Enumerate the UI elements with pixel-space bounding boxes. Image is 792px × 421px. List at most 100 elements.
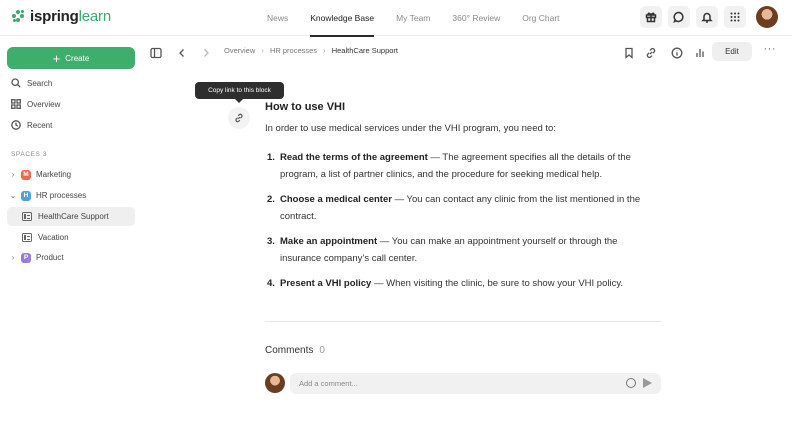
step-text: — When visiting the clinic, be sure to s… [371,278,624,289]
copy-block-link-button[interactable] [228,107,250,129]
comments-label: Comments [265,345,314,356]
nav-360-review[interactable]: 360° Review [441,0,511,36]
bar-chart-icon [696,49,704,57]
info-button[interactable] [671,46,683,59]
step-number: 3. [267,236,275,247]
gift-icon [645,12,657,23]
nav-news[interactable]: News [256,0,299,36]
list-item: 1. Read the terms of the agreement — The… [265,150,661,183]
sidebar-item-label: Overview [27,99,61,109]
page-vacation[interactable]: Vacation [7,228,135,247]
logo-text-bold: ispring [30,8,79,25]
chevron-right-icon [204,49,209,57]
comments-count: 0 [319,345,325,356]
sidebar-item-overview[interactable]: Overview [11,95,60,113]
space-label: Product [36,253,64,262]
link-icon [646,47,656,59]
sidebar-item-recent[interactable]: Recent [11,116,52,134]
document-icon [22,233,32,242]
send-icon[interactable] [643,378,652,388]
chat-icon [673,11,684,23]
comments-header: Comments 0 [265,345,325,356]
ispring-learn-logo[interactable]: ispringlearn [12,8,111,25]
comment-placeholder: Add a comment... [299,379,358,388]
breadcrumb: Overview › HR processes › HealthCare Sup… [224,46,398,55]
create-button[interactable]: + Create [7,47,135,69]
steps-list: 1. Read the terms of the agreement — The… [265,150,661,293]
space-badge: H [21,190,31,201]
page-label: HealthCare Support [38,212,109,221]
gift-button[interactable] [640,6,662,28]
apps-grid-icon [730,12,740,22]
step-title: Choose a medical center [280,194,392,205]
clock-icon [11,120,21,130]
sidebar-item-search[interactable]: Search [11,74,52,92]
create-button-label: Create [65,53,90,63]
toggle-sidebar-button[interactable] [150,46,162,59]
sidebar-item-label: Search [27,78,53,88]
list-item: 2. Choose a medical center — You can con… [265,192,661,225]
chevron-right-icon[interactable]: › [8,253,18,262]
space-badge: P [21,252,31,263]
nav-org-chart[interactable]: Org Chart [511,0,570,36]
sidebar-toggle-icon [150,47,162,59]
bookmark-button[interactable] [623,46,635,59]
breadcrumb-hr-processes[interactable]: HR processes [270,46,317,55]
page-healthcare-support[interactable]: HealthCare Support [7,207,135,226]
step-number: 2. [267,194,275,205]
top-navigation-bar: ispringlearn News Knowledge Base My Team… [0,0,792,37]
chevron-left-icon [179,49,184,57]
user-avatar[interactable] [756,6,778,28]
article-intro: In order to use medical services under t… [265,123,556,134]
step-number: 1. [267,152,275,163]
page-label: Vacation [38,233,69,242]
list-item: 4. Present a VHI policy — When visiting … [265,276,661,293]
notifications-button[interactable] [696,6,718,28]
info-icon [671,47,683,59]
article-content: How to use VHI In order to use medical s… [265,100,661,302]
logo-text-light: learn [78,8,112,25]
main-nav: News Knowledge Base My Team 360° Review … [256,0,571,37]
space-label: Marketing [36,170,72,179]
content-toolbar: Overview › HR processes › HealthCare Sup… [144,37,792,67]
space-badge: M [21,169,31,180]
forward-button[interactable] [200,46,212,58]
chat-button[interactable] [668,6,690,28]
commenter-avatar [265,373,285,393]
breadcrumb-current[interactable]: HealthCare Support [332,46,398,55]
space-label: HR processes [36,191,87,200]
copy-link-tooltip: Copy link to this block [195,82,284,103]
sidebar: + Create Search Overview Recent SPACES 3… [0,37,144,421]
search-icon [11,78,21,88]
plus-icon: + [52,50,61,66]
breadcrumb-overview[interactable]: Overview [224,46,255,55]
comment-input[interactable]: Add a comment... [290,373,661,394]
nav-my-team[interactable]: My Team [385,0,441,36]
nav-knowledge-base[interactable]: Knowledge Base [299,0,385,37]
overview-icon [11,99,21,109]
step-title: Make an appointment [280,236,378,247]
bell-icon [701,12,713,23]
breadcrumb-separator-icon: › [323,46,326,55]
chevron-down-icon[interactable]: ⌄ [8,191,18,200]
section-divider [265,321,661,322]
statistics-button[interactable] [694,46,706,58]
breadcrumb-separator-icon: › [261,46,264,55]
article-heading: How to use VHI [265,101,346,113]
space-marketing[interactable]: › M Marketing [7,165,135,184]
apps-button[interactable] [724,6,746,28]
more-options-button[interactable]: ··· [764,43,777,55]
edit-button[interactable]: Edit [712,42,752,61]
spaces-section-label: SPACES 3 [11,151,48,158]
space-product[interactable]: › P Product [7,248,135,267]
link-icon [235,113,243,123]
emoji-icon[interactable] [626,378,636,388]
list-item: 3. Make an appointment — You can make an… [265,234,661,267]
bookmark-icon [625,47,633,59]
step-title: Read the terms of the agreement [280,152,428,163]
logo-icon [12,10,25,23]
space-hr-processes[interactable]: ⌄ H HR processes [7,186,135,205]
copy-link-button[interactable] [645,46,657,59]
chevron-right-icon[interactable]: › [8,170,18,179]
back-button[interactable] [176,46,188,58]
